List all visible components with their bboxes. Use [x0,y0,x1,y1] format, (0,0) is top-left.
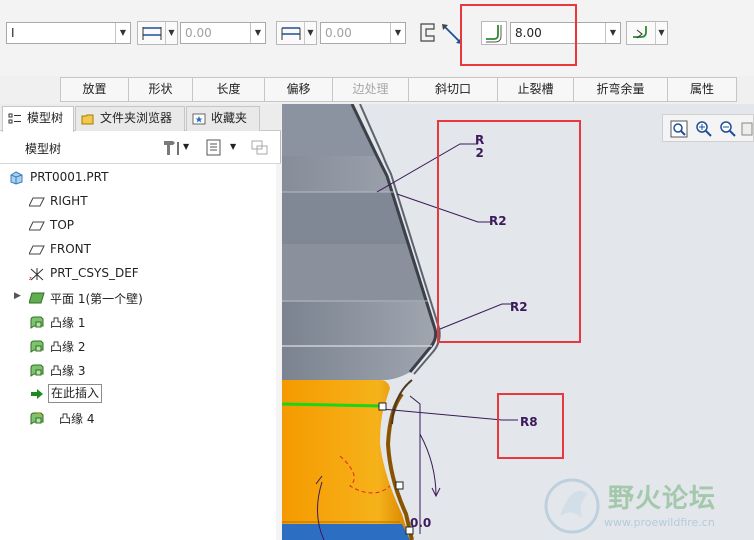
filter-icon[interactable] [250,139,270,157]
tree-item-flange-1[interactable]: 凸缘 1 [0,312,270,332]
show-list-icon[interactable] [205,139,225,157]
tab-miter-cuts[interactable]: 斜切口 [408,77,498,102]
offset-field[interactable]: 0.00 ▼ [320,22,406,44]
chevron-down-icon: ▼ [605,23,620,43]
dimension-label[interactable]: R8 [520,415,538,429]
chevron-down-icon[interactable]: ▼ [183,142,189,151]
bend-dimension-icon [633,26,647,39]
tree-item-flat-wall[interactable]: ▶ 平面 1(第一个壁) [0,288,270,308]
folder-icon [81,114,94,125]
tab-model-tree[interactable]: 模型树 [2,106,74,132]
bend-dimension-button[interactable]: ▼ [626,21,668,45]
svg-text:z: z [29,276,32,281]
tab-bend-allowance[interactable]: 折弯余量 [573,77,668,102]
tree-item-flange-2[interactable]: 凸缘 2 [0,336,270,356]
tree-scrollbar[interactable] [276,164,281,540]
dashboard-tabs: 放置 形状 长度 偏移 边处理 斜切口 止裂槽 折弯余量 属性 [60,77,754,102]
thickness-field[interactable]: 0.00 ▼ [180,22,266,44]
tab-offset[interactable]: 偏移 [264,77,333,102]
datum-plane-icon [29,221,45,231]
type-select[interactable]: I ▼ [6,22,131,44]
graphics-window[interactable]: R2 R2 R2 R8 0.0 野火论坛 www.proewildfire.cn [282,104,754,540]
watermark-logo-icon [544,478,600,534]
datum-plane-icon [29,245,45,255]
zoom-in-icon[interactable] [695,120,713,138]
favorites-icon [192,113,206,125]
tab-folder-browser[interactable]: 文件夹浏览器 [75,106,185,131]
settings-tools-icon[interactable] [161,139,181,157]
navigator-tabs: 模型树 文件夹浏览器 收藏夹 [0,104,281,132]
highlight-box [460,4,577,66]
tree-item-flange-4[interactable]: * 凸缘 4 [0,408,270,428]
flange-icon [30,364,44,377]
chevron-down-icon: ▼ [115,23,130,43]
tree-item-datum-top[interactable]: TOP [0,216,270,236]
svg-text:*: * [37,411,41,419]
repaint-icon[interactable] [741,120,753,138]
chevron-down-icon: ▼ [390,23,405,43]
model-tree-icon [8,113,21,124]
offset-type-icon [281,27,301,40]
expand-arrow-icon[interactable]: ▶ [14,291,22,301]
chevron-down-icon: ▼ [250,23,265,43]
dimension-label[interactable]: R2 [510,300,528,314]
tab-relief[interactable]: 止裂槽 [497,77,574,102]
flip-thickness-button[interactable] [418,20,464,46]
insert-here-icon [31,389,43,399]
flange-new-icon: * [30,411,44,425]
partial-dimension-label[interactable]: 0.0 [410,516,431,530]
flange-icon [30,340,44,353]
tab-edge-treatment[interactable]: 边处理 [332,77,409,102]
watermark: 野火论坛 www.proewildfire.cn [542,472,754,540]
tree-item-flange-3[interactable]: 凸缘 3 [0,360,270,380]
tree-item-insert-here[interactable]: 在此插入 [0,384,270,404]
watermark-title: 野火论坛 [608,484,717,514]
watermark-url: www.proewildfire.cn [604,516,715,529]
part-icon [10,171,23,185]
model-tree-header: 模型树 ▼ ▼ [0,132,281,164]
dimension-label[interactable]: R2 [489,214,507,228]
csys-icon: z [29,268,44,281]
chevron-down-icon[interactable]: ▼ [230,142,236,151]
view-toolbar [662,114,754,142]
chevron-down-icon: ▼ [304,22,316,44]
offset-type-button[interactable]: ▼ [276,21,317,45]
zoom-out-icon[interactable] [719,120,737,138]
tree-item-datum-right[interactable]: RIGHT [0,192,270,212]
tab-placement[interactable]: 放置 [60,77,129,102]
chevron-down-icon: ▼ [655,22,667,44]
thickness-side-button[interactable]: ▼ [137,21,178,45]
tree-item-part[interactable]: PRT0001.PRT [0,168,270,188]
refit-icon[interactable] [670,120,688,138]
model-tree-title: 模型树 [25,142,62,156]
navigator-panel: 模型树 文件夹浏览器 收藏夹 模型树 ▼ ▼ PRT0001.PRT RIGHT… [0,104,281,540]
flat-wall-icon [29,292,45,304]
thickness-side-icon [142,27,162,40]
flange-icon [30,316,44,329]
dimension-label[interactable]: R2 [475,134,484,160]
dashboard-toolbar: I ▼ ▼ 0.00 ▼ ▼ 0.00 ▼ 8.00 ▼ ▼ [0,0,754,76]
tree-item-datum-front[interactable]: FRONT [0,240,270,260]
tab-length[interactable]: 长度 [192,77,265,102]
tab-favorites[interactable]: 收藏夹 [186,106,260,131]
tab-shape[interactable]: 形状 [128,77,193,102]
datum-plane-icon [29,197,45,207]
chevron-down-icon: ▼ [165,22,177,44]
tab-properties[interactable]: 属性 [667,77,737,102]
tree-item-csys[interactable]: z PRT_CSYS_DEF [0,264,270,284]
